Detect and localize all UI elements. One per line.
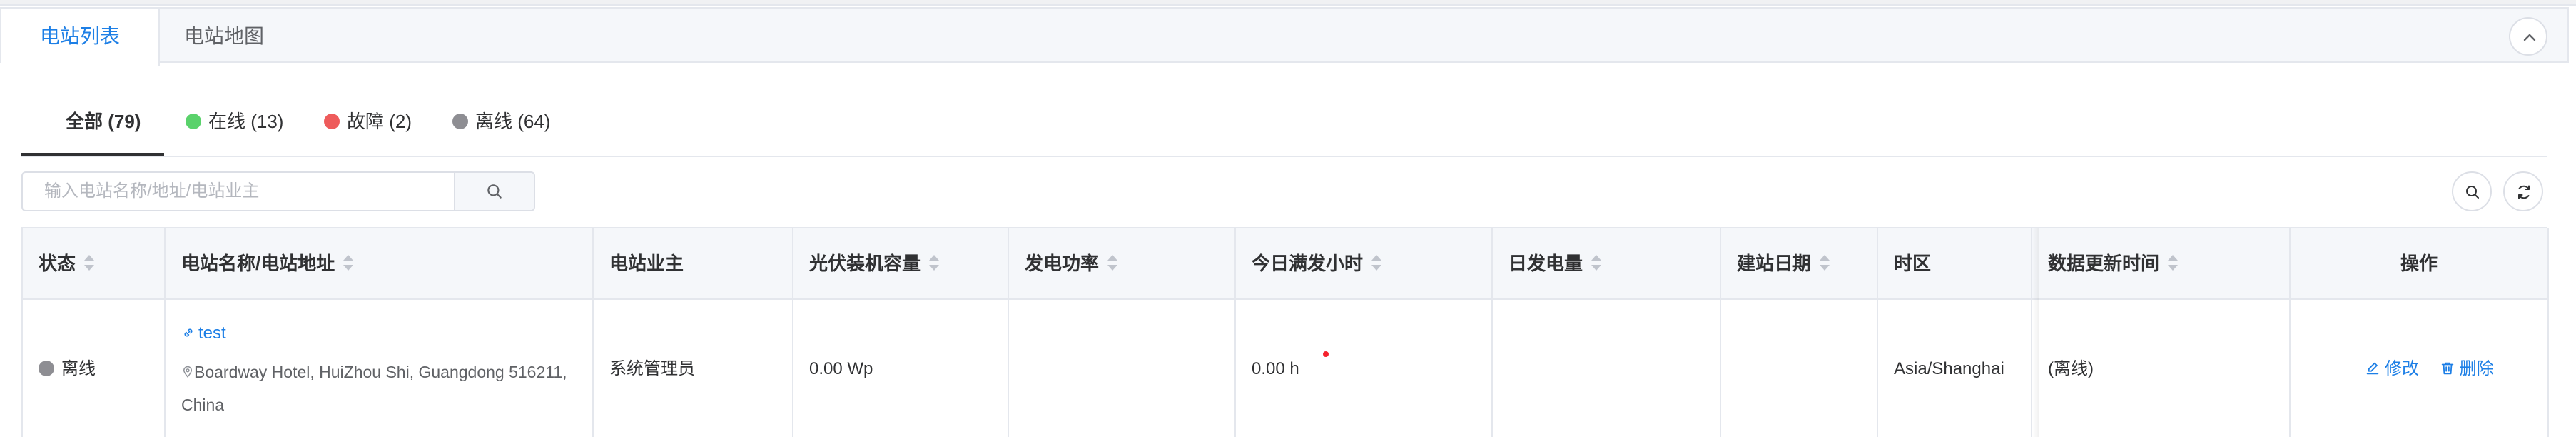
column-header-label: 状态 xyxy=(39,253,76,274)
table-row-power-cell xyxy=(1009,300,1236,437)
link-icon xyxy=(184,328,193,337)
fixed-column-shadow xyxy=(2032,228,2039,437)
table-row-updated-cell: (离线) xyxy=(2032,300,2291,437)
sort-icon[interactable] xyxy=(1107,255,1118,271)
station-address: Boardway Hotel, HuiZhou Shi, Guangdong 5… xyxy=(181,356,581,421)
column-header-capacity[interactable]: 光伏装机容量 xyxy=(793,228,1009,300)
alert-dot-icon xyxy=(1323,351,1329,357)
edit-button[interactable]: 修改 xyxy=(2365,357,2419,381)
column-header-timezone: 时区 xyxy=(1878,228,2032,300)
column-header-updated[interactable]: 数据更新时间 xyxy=(2032,228,2291,300)
sort-icon[interactable] xyxy=(1820,255,1830,271)
column-header-owner: 电站业主 xyxy=(594,228,793,300)
refresh-button[interactable] xyxy=(2503,171,2543,211)
chevron-up-icon xyxy=(2523,34,2536,41)
station-name-link[interactable]: test xyxy=(181,321,226,346)
column-header-full-hours[interactable]: 今日满发小时 xyxy=(1236,228,1493,300)
timezone-text: Asia/Shanghai xyxy=(1894,359,2004,378)
table-row-full-hours-cell: 0.00 h xyxy=(1236,300,1493,437)
delete-label: 删除 xyxy=(2459,359,2494,378)
owner-text: 系统管理员 xyxy=(609,359,695,378)
station-table: 状态 电站名称/电站地址 电站业主 光伏装机容量 发电功率 今日满发小时 日发电… xyxy=(21,227,2549,437)
updated-text: (离线) xyxy=(2048,359,2094,378)
filter-all[interactable]: 全部 (79) xyxy=(66,107,141,136)
column-header-actions: 操作 xyxy=(2291,228,2549,300)
toggle-search-button[interactable] xyxy=(2452,171,2492,211)
full-hours-text: 0.00 h xyxy=(1252,359,1299,378)
column-header-label: 操作 xyxy=(2400,253,2438,274)
edit-label: 修改 xyxy=(2385,359,2419,378)
table-row-capacity-cell: 0.00 Wp xyxy=(793,300,1009,437)
column-header-label: 电站名称/电站地址 xyxy=(181,253,335,274)
column-header-label: 发电功率 xyxy=(1025,253,1100,274)
sort-icon[interactable] xyxy=(343,255,354,271)
filter-fault-label: 故障 (2) xyxy=(347,111,412,132)
offline-status-dot-icon xyxy=(39,360,54,376)
status-text: 离线 xyxy=(61,359,96,378)
table-row-timezone-cell: Asia/Shanghai xyxy=(1878,300,2032,437)
station-name-text: test xyxy=(198,323,226,343)
column-header-label: 建站日期 xyxy=(1737,253,1812,274)
table-row-build-date-cell xyxy=(1721,300,1878,437)
sort-icon[interactable] xyxy=(929,255,940,271)
column-header-daily-energy[interactable]: 日发电量 xyxy=(1493,228,1721,300)
filter-online[interactable]: 在线 (13) xyxy=(186,107,283,136)
table-row-status-cell: 离线 xyxy=(23,300,166,437)
trash-icon xyxy=(2441,362,2453,374)
fault-dot-icon xyxy=(324,114,340,130)
column-header-label: 数据更新时间 xyxy=(2048,253,2160,274)
refresh-icon xyxy=(2518,185,2530,199)
table-row-actions-cell: 修改 删除 xyxy=(2291,300,2549,437)
column-header-status[interactable]: 状态 xyxy=(23,228,166,300)
capacity-text: 0.00 Wp xyxy=(809,359,873,378)
column-header-build-date[interactable]: 建站日期 xyxy=(1721,228,1878,300)
search-icon xyxy=(487,184,502,199)
offline-dot-icon xyxy=(452,114,468,130)
table-row-name-cell: test Boardway Hotel, HuiZhou Shi, Guangd… xyxy=(166,300,594,437)
column-header-label: 今日满发小时 xyxy=(1252,253,1364,274)
column-header-name[interactable]: 电站名称/电站地址 xyxy=(166,228,594,300)
sort-icon[interactable] xyxy=(2168,255,2179,271)
column-header-label: 时区 xyxy=(1894,253,1932,274)
view-tabs: 电站列表 电站地图 xyxy=(0,7,2569,66)
delete-button[interactable]: 删除 xyxy=(2440,357,2494,381)
status-filter-tabs: 全部 (79) 在线 (13) 故障 (2) 离线 (64) xyxy=(21,63,2547,157)
sort-icon[interactable] xyxy=(1371,255,1382,271)
sort-icon[interactable] xyxy=(84,255,95,271)
search-icon xyxy=(2466,186,2479,199)
search-button[interactable] xyxy=(454,173,534,210)
online-dot-icon xyxy=(186,114,201,130)
filter-offline-label: 离线 (64) xyxy=(475,111,551,132)
active-filter-underline xyxy=(21,153,164,156)
table-row-owner-cell: 系统管理员 xyxy=(594,300,793,437)
column-header-label: 电站业主 xyxy=(609,253,684,274)
filter-fault[interactable]: 故障 (2) xyxy=(324,107,412,136)
station-address-text: Boardway Hotel, HuiZhou Shi, Guangdong 5… xyxy=(181,363,567,414)
sort-icon[interactable] xyxy=(1591,255,1602,271)
table-row-daily-energy-cell xyxy=(1493,300,1721,437)
search-input[interactable] xyxy=(23,173,457,210)
column-header-label: 日发电量 xyxy=(1508,253,1583,274)
location-pin-icon xyxy=(183,366,193,378)
tab-station-map[interactable]: 电站地图 xyxy=(160,9,288,64)
filter-online-label: 在线 (13) xyxy=(208,111,284,132)
search-box xyxy=(21,171,535,211)
tab-station-list[interactable]: 电站列表 xyxy=(1,9,160,66)
collapse-button[interactable] xyxy=(2509,17,2547,56)
window-top-border xyxy=(0,0,2576,6)
column-header-power[interactable]: 发电功率 xyxy=(1009,228,1236,300)
filter-offline[interactable]: 离线 (64) xyxy=(452,107,550,136)
column-header-label: 光伏装机容量 xyxy=(809,253,921,274)
edit-icon xyxy=(2366,362,2379,374)
